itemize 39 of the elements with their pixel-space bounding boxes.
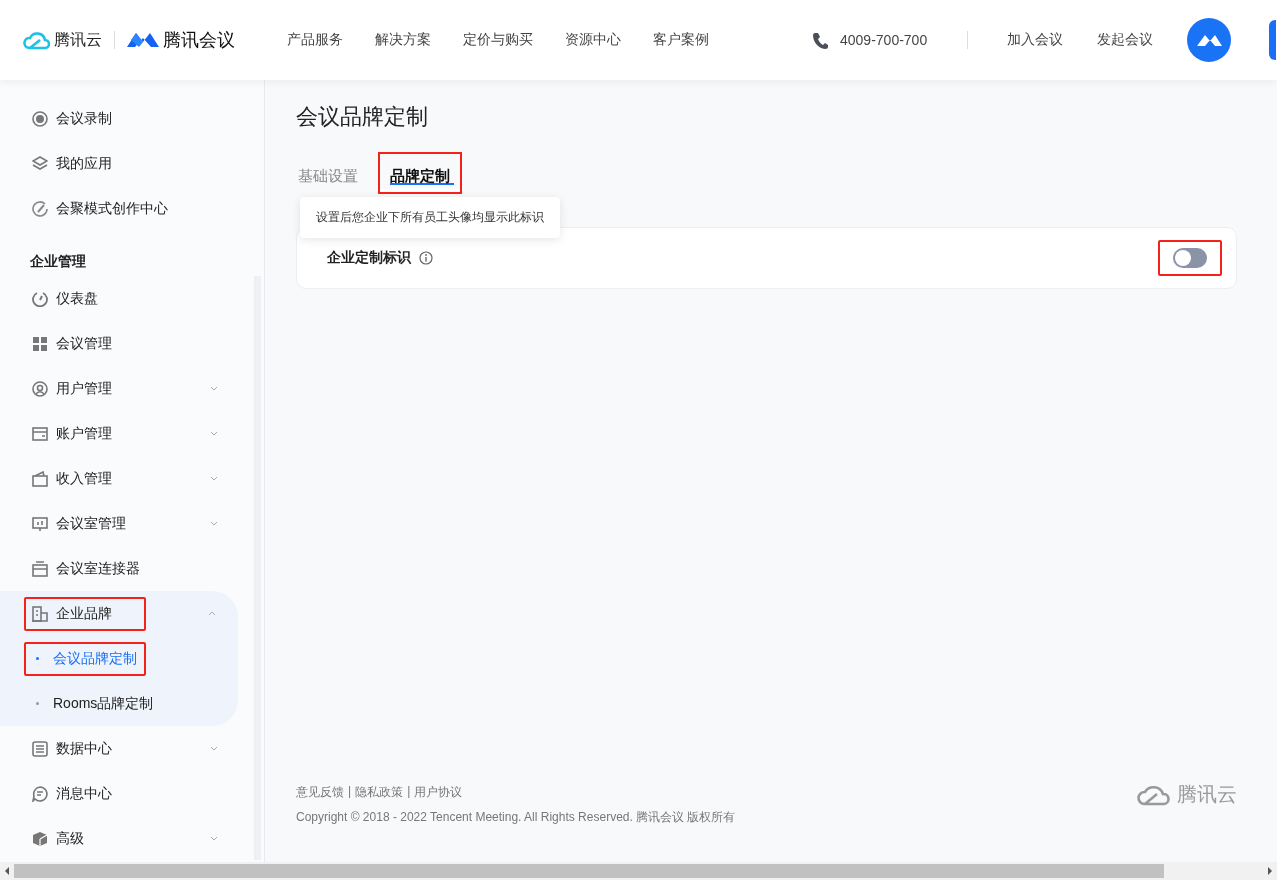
header-link[interactable]: 发起会议 bbox=[1097, 31, 1154, 49]
page-title: 会议品牌定制 bbox=[296, 103, 429, 131]
nav-item[interactable]: 会议录制 bbox=[24, 101, 146, 136]
nav-item[interactable]: 会议室管理 bbox=[24, 506, 146, 541]
nav-item[interactable]: 用户管理 bbox=[24, 371, 146, 406]
tab[interactable]: 品牌定制 bbox=[378, 152, 462, 194]
nav-item[interactable]: 高级 bbox=[24, 821, 146, 856]
section-heading: 企业管理 bbox=[29, 252, 87, 271]
nav-subitem[interactable]: 会议品牌定制 bbox=[24, 641, 146, 676]
nav-item[interactable]: 企业品牌 bbox=[24, 596, 146, 631]
nav-link[interactable]: 客户案例 bbox=[653, 31, 709, 49]
product-name[interactable]: 腾讯会议 bbox=[163, 28, 235, 52]
nav-item[interactable]: 会议室连接器 bbox=[24, 551, 148, 586]
nav-subitem[interactable]: Rooms品牌定制 bbox=[24, 686, 162, 721]
header-link[interactable]: 加入会议 bbox=[1007, 31, 1064, 49]
nav-item[interactable]: 仪表盘 bbox=[24, 281, 146, 316]
footer-link[interactable]: 用户协议 bbox=[414, 784, 463, 801]
footer-link[interactable]: 隐私政策 bbox=[355, 784, 404, 801]
link-separator: | bbox=[407, 784, 411, 800]
nav-item[interactable]: 会聚模式创作中心 bbox=[24, 191, 176, 226]
brand-name[interactable]: 腾讯云 bbox=[54, 29, 102, 51]
nav-item[interactable]: 收入管理 bbox=[24, 461, 146, 496]
tab[interactable]: 基础设置 bbox=[286, 152, 370, 194]
phone-number: 4009-700-700 bbox=[840, 32, 928, 48]
setting-label: 企业定制标识 bbox=[327, 249, 411, 267]
link-separator: | bbox=[348, 784, 352, 800]
nav-item[interactable]: 账户管理 bbox=[24, 416, 146, 451]
nav-item[interactable]: 我的应用 bbox=[24, 146, 146, 181]
nav-item[interactable]: 数据中心 bbox=[24, 731, 146, 766]
nav-item[interactable]: 消息中心 bbox=[24, 776, 146, 811]
nav-item[interactable]: 会议管理 bbox=[24, 326, 146, 361]
footer-link[interactable]: 意见反馈 bbox=[296, 784, 344, 801]
nav-link[interactable]: 资源中心 bbox=[565, 31, 621, 49]
nav-link[interactable]: 产品服务 bbox=[287, 31, 343, 49]
footer-brand-name: 腾讯云 bbox=[1177, 781, 1237, 807]
tooltip: 设置后您企业下所有员工头像均显示此标识 bbox=[300, 197, 560, 238]
nav-link[interactable]: 解决方案 bbox=[375, 31, 431, 49]
copyright-text: Copyright © 2018 - 2022 Tencent Meeting. All Rights Reserved. 腾讯会议 版权所有 bbox=[296, 809, 736, 826]
nav-link[interactable]: 定价与购买 bbox=[463, 31, 533, 49]
